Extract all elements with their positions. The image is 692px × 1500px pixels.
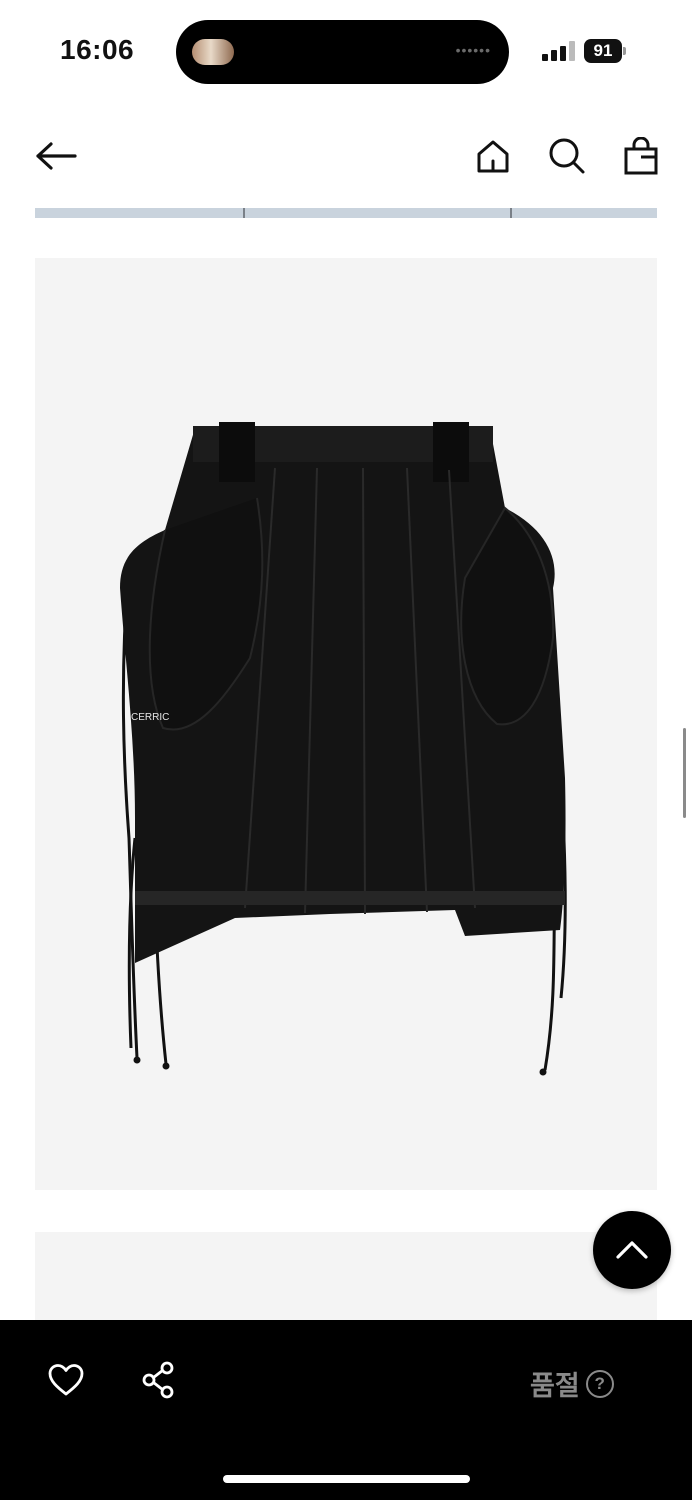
share-icon [142,1361,174,1399]
chevron-up-icon [616,1241,648,1259]
status-bar: 16:06 •••••• 91 [0,0,692,100]
brand-logo: CERRIC [131,712,169,723]
home-indicator [223,1475,470,1483]
next-product-image [35,1232,657,1322]
help-icon[interactable]: ? [585,1369,614,1398]
cellular-signal-icon [542,41,576,61]
search-button[interactable] [545,134,589,178]
home-icon [477,140,509,173]
soldout-status: 품절 ? [530,1364,614,1403]
soldout-label: 품절 [530,1371,580,1401]
home-button[interactable] [471,134,515,178]
top-nav-bar [0,118,692,198]
battery-icon: 91 [584,39,626,63]
shopping-bag-icon [624,137,658,175]
skirt-illustration: CERRIC [120,422,567,1076]
like-button[interactable] [44,1358,88,1402]
search-icon [549,138,585,174]
island-dots: •••••• [455,42,491,58]
scrollbar[interactable] [683,728,686,818]
status-time: 16:06 [60,34,135,65]
share-button[interactable] [136,1358,180,1402]
previous-product-image [35,208,657,218]
bottom-action-bar: 품절 ? [0,1320,692,1500]
shopping-bag-button[interactable] [619,134,663,178]
arrow-left-icon [36,142,77,170]
heart-icon [48,1364,84,1396]
scroll-to-top-button[interactable] [593,1211,671,1289]
back-button[interactable] [34,134,78,178]
island-avatar [192,39,234,65]
product-image[interactable]: CERRIC [35,258,657,1190]
dynamic-island: •••••• [176,20,509,84]
battery-level: 91 [584,39,622,63]
